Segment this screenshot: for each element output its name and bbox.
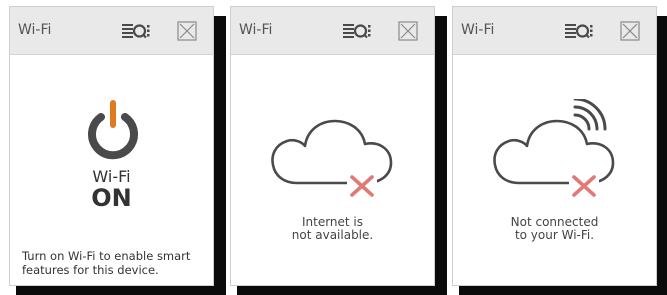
list-menu-icon[interactable] bbox=[343, 20, 371, 42]
enable-wifi-note: Turn on Wi-Fi to enable smart features f… bbox=[22, 249, 191, 277]
cloud-icon bbox=[493, 99, 615, 197]
panel-titlebar: Wi-Fi bbox=[10, 7, 213, 55]
x-mark-icon bbox=[347, 175, 377, 197]
power-icon bbox=[88, 100, 138, 160]
panel-titlebar: Wi-Fi bbox=[453, 7, 656, 55]
wifi-on-label: ON bbox=[91, 184, 132, 212]
panel-title: Wi-Fi bbox=[239, 22, 273, 38]
internet-status-message: Internet is not available. bbox=[291, 215, 374, 242]
x-mark-icon bbox=[569, 175, 599, 197]
close-icon[interactable] bbox=[620, 21, 640, 41]
cloud-icon bbox=[271, 119, 393, 197]
wifi-signal-icon bbox=[573, 99, 607, 131]
panel-title: Wi-Fi bbox=[461, 22, 495, 38]
list-menu-icon[interactable] bbox=[122, 20, 150, 42]
wifi-panel-not-connected: Wi-Fi Not connected to your Wi-Fi. bbox=[452, 6, 657, 286]
list-menu-icon[interactable] bbox=[565, 20, 593, 42]
wifi-status-label: Wi-Fi bbox=[92, 167, 131, 186]
wifi-connection-message: Not connected to your Wi-Fi. bbox=[510, 215, 599, 242]
close-icon[interactable] bbox=[398, 21, 418, 41]
panel-titlebar: Wi-Fi bbox=[231, 7, 434, 55]
wifi-panel-no-internet: Wi-Fi Internet is not available. bbox=[230, 6, 435, 286]
wifi-panel-on: Wi-Fi Wi-Fi ON Turn on Wi-Fi to enable s… bbox=[9, 6, 214, 286]
panel-title: Wi-Fi bbox=[18, 22, 52, 38]
close-icon[interactable] bbox=[177, 21, 197, 41]
